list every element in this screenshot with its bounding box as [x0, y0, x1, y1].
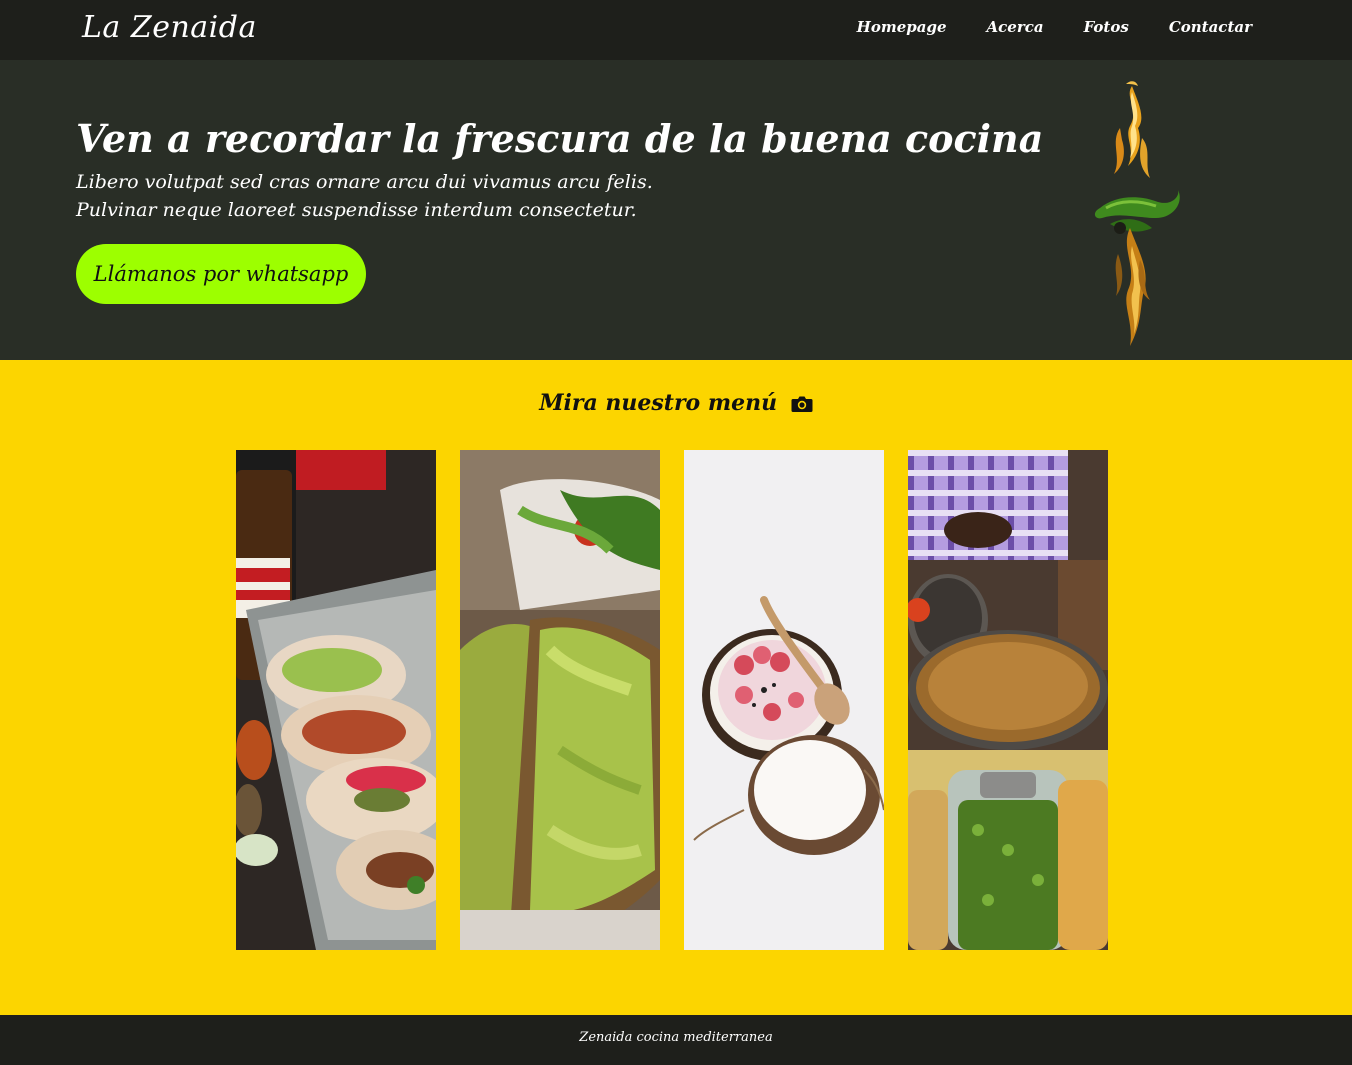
nav-link-contactar[interactable]: Contactar — [1169, 18, 1252, 36]
hero-subtitle-line-1: Libero volutpat sed cras ornare arcu dui… — [76, 171, 653, 193]
hero-subtitle-line-2: Pulvinar neque laoreet suspendisse inter… — [76, 199, 637, 221]
hero-subtitle: Libero volutpat sed cras ornare arcu dui… — [76, 168, 653, 224]
menu-section: Mira nuestro menú — [0, 360, 1352, 1015]
nav-link-fotos[interactable]: Fotos — [1084, 18, 1129, 36]
camera-icon — [791, 393, 813, 419]
menu-heading: Mira nuestro menú — [0, 390, 1352, 419]
footer-text: Zenaida cocina mediterranea — [579, 1030, 773, 1045]
menu-photo-tacos[interactable] — [236, 450, 436, 950]
hero-title: Ven a recordar la frescura de la buena c… — [76, 116, 1044, 161]
menu-photo-coconut-bowl[interactable] — [684, 450, 884, 950]
whatsapp-call-button[interactable]: Llámanos por whatsapp — [76, 244, 366, 304]
flaming-chili-image — [1094, 81, 1180, 346]
footer: Zenaida cocina mediterranea — [0, 1015, 1352, 1065]
nav-link-acerca[interactable]: Acerca — [987, 18, 1044, 36]
brand-logo[interactable]: La Zenaida — [82, 10, 257, 45]
top-navbar: La Zenaida Homepage Acerca Fotos Contact… — [0, 0, 1352, 60]
nav-link-homepage[interactable]: Homepage — [857, 18, 947, 36]
nav-links: Homepage Acerca Fotos Contactar — [857, 18, 1252, 36]
hero-section: Ven a recordar la frescura de la buena c… — [0, 60, 1352, 360]
menu-photo-market-stall[interactable] — [908, 450, 1108, 950]
page: La Zenaida Homepage Acerca Fotos Contact… — [0, 0, 1352, 1065]
menu-heading-text: Mira nuestro menú — [539, 390, 778, 416]
menu-photo-avocado-toast[interactable] — [460, 450, 660, 950]
